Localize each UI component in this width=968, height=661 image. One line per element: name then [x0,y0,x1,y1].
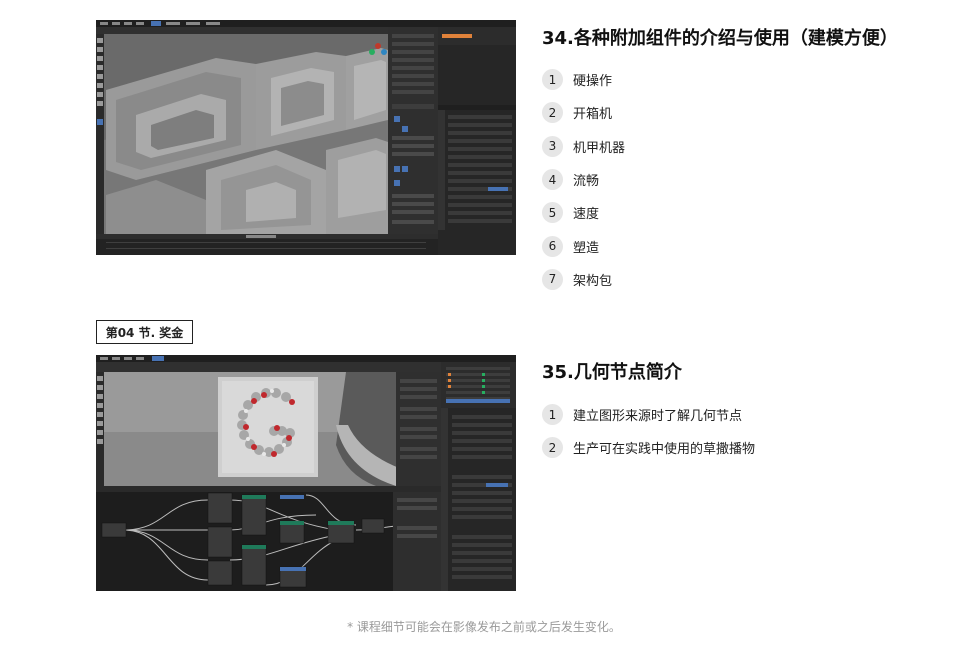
item-label: 速度 [573,207,600,223]
blender-screenshot-geometry-nodes [96,355,516,591]
item-number-badge: 2 [542,102,563,124]
list-item: 1 硬操作 [542,63,625,96]
item-label: 架构包 [573,273,613,289]
list-item: 3 机甲机器 [542,130,625,163]
list-item: 7 架构包 [542,263,625,296]
item-number-badge: 5 [542,202,563,224]
item-label: 硬操作 [573,74,613,90]
list-item: 2 开箱机 [542,96,625,129]
item-label: 生产可在实践中使用的草撒播物 [573,442,756,458]
list-item: 5 速度 [542,196,625,229]
item-number-badge: 1 [542,69,563,91]
item-label: 开箱机 [573,107,613,123]
list-item: 6 塑造 [542,229,625,262]
item-number-badge: 7 [542,268,563,290]
section-tag: 第04 节. 奖金 [96,320,193,344]
geometry-nodes-topic-list: 1 建立图形来源时了解几何节点 2 生产可在实践中使用的草撒播物 [542,398,755,465]
addon-topic-list: 1 硬操作 2 开箱机 3 机甲机器 4 流畅 5 速度 6 塑造 7 架构包 [542,63,625,296]
section-title-geometry-nodes: 35.几何节点简介 [542,362,682,383]
blender-screenshot-hardops [96,20,516,255]
item-number-badge: 1 [542,404,563,426]
list-item: 4 流畅 [542,163,625,196]
item-label: 塑造 [573,240,600,256]
footnote: * 课程细节可能会在影像发布之前或之后发生变化。 [347,620,621,634]
item-label: 流畅 [573,174,600,190]
item-label: 机甲机器 [573,140,626,156]
list-item: 1 建立图形来源时了解几何节点 [542,398,755,431]
item-number-badge: 4 [542,169,563,191]
item-number-badge: 6 [542,235,563,257]
list-item: 2 生产可在实践中使用的草撒播物 [542,431,755,464]
item-label: 建立图形来源时了解几何节点 [573,409,743,425]
item-number-badge: 3 [542,135,563,157]
item-number-badge: 2 [542,437,563,459]
section-title-addons: 34.各种附加组件的介绍与使用（建模方便） [542,28,898,49]
